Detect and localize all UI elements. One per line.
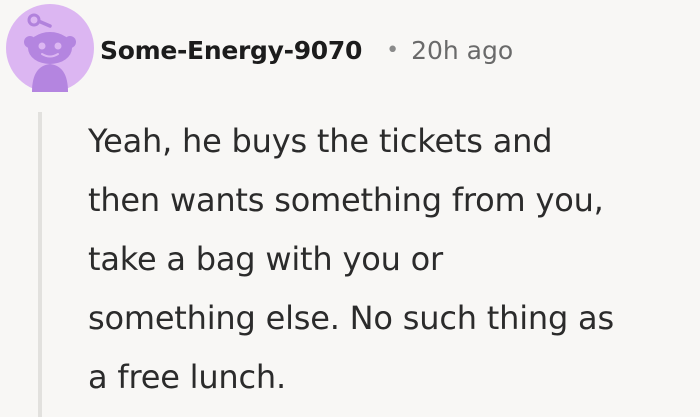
snoo-avatar-icon — [6, 4, 94, 92]
comment-body: Yeah, he buys the tickets and then wants… — [88, 112, 688, 407]
comment-text-line: then wants something from you, — [88, 181, 604, 219]
user-avatar[interactable] — [6, 4, 94, 92]
comment-text-line: Yeah, he buys the tickets and — [88, 122, 553, 160]
comment-text-line: a free lunch. — [88, 358, 286, 396]
comment-timestamp[interactable]: 20h ago — [411, 36, 513, 65]
separator-dot: • — [386, 37, 400, 63]
comment-text-line: take a bag with you or — [88, 240, 443, 278]
comment-text-line: something else. No such thing as — [88, 299, 614, 337]
comment-header: Some-Energy-9070 • 20h ago — [100, 28, 513, 72]
comment: Some-Energy-9070 • 20h ago Yeah, he buys… — [0, 0, 700, 417]
username-link[interactable]: Some-Energy-9070 — [100, 36, 362, 65]
thread-collapse-line[interactable] — [38, 112, 42, 417]
